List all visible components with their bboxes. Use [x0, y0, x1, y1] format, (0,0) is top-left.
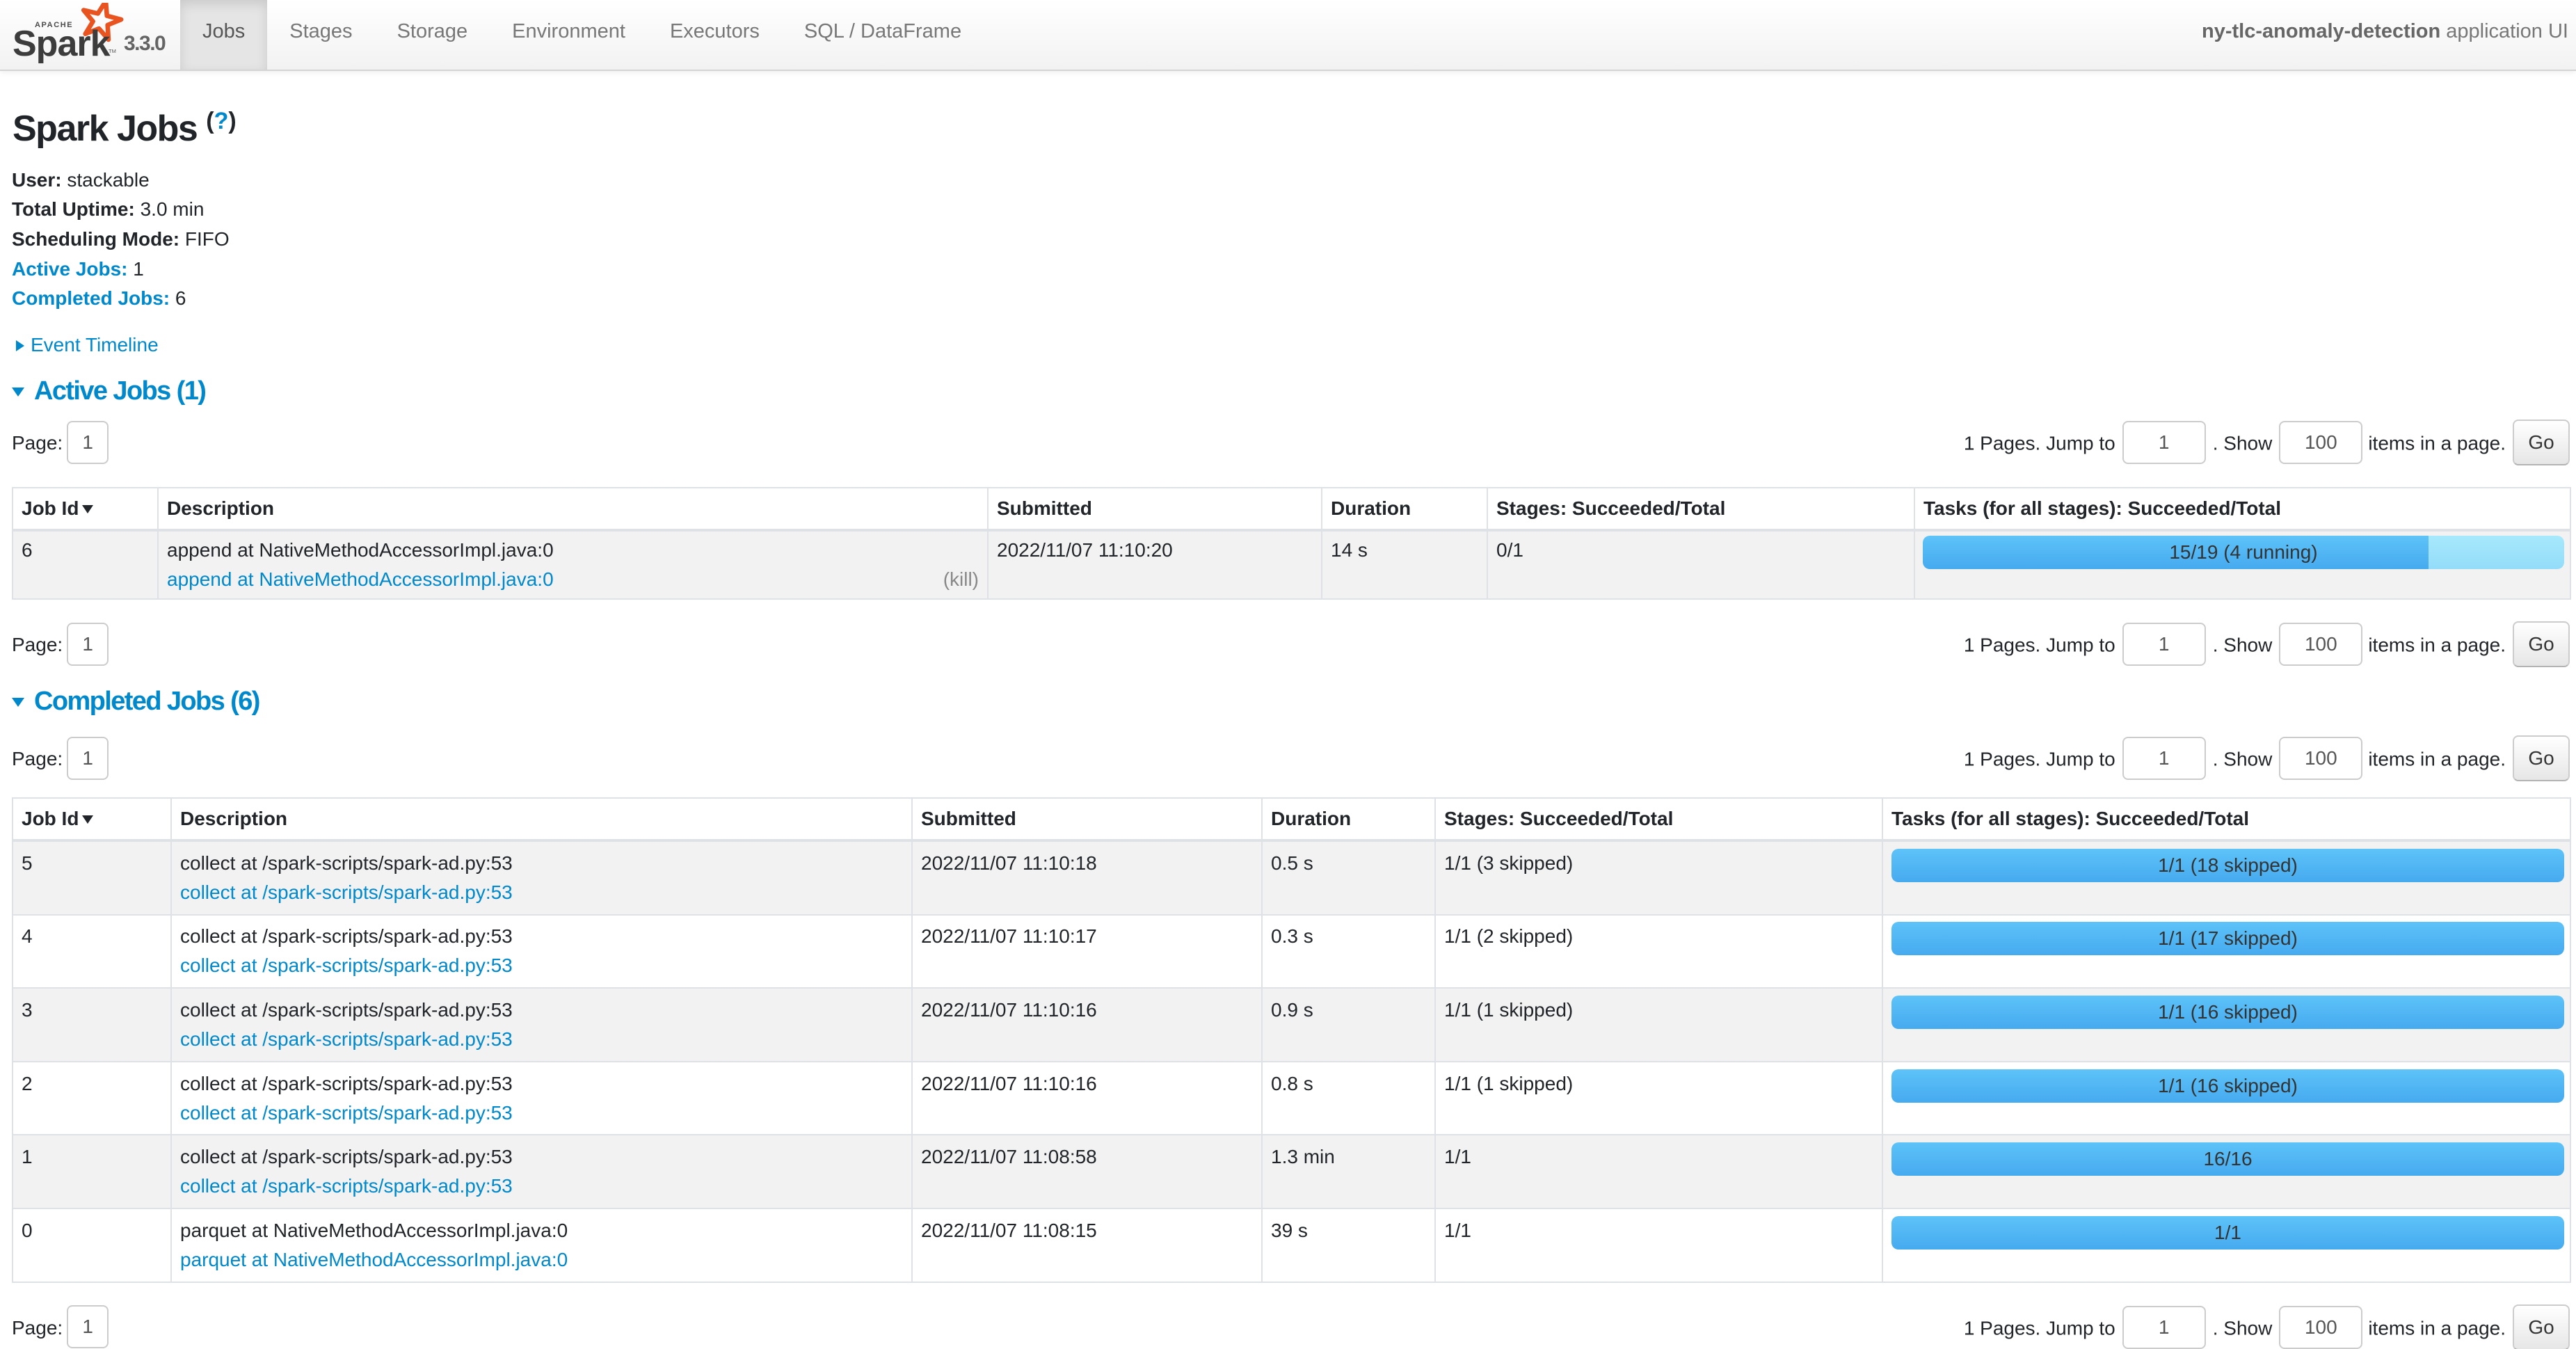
- svg-text:TM: TM: [109, 48, 116, 54]
- svg-text:Spark: Spark: [13, 24, 111, 64]
